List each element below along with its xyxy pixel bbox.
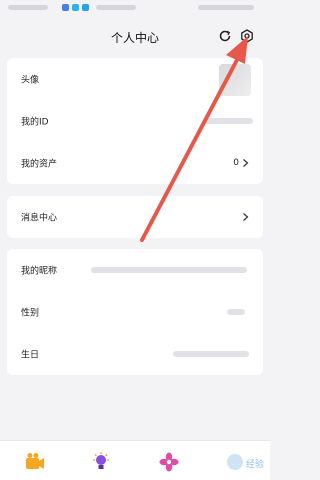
avatar-label: 头像 [21, 75, 40, 86]
gender-row[interactable]: 性别 [7, 291, 263, 333]
message-center-label: 消息中心 [21, 213, 58, 224]
gender-value-blurred [227, 309, 245, 315]
message-center-row[interactable]: 消息中心 [7, 196, 263, 238]
nickname-row[interactable]: 我的昵称 [7, 249, 263, 291]
status-blur [198, 5, 254, 10]
gender-label: 性别 [21, 308, 40, 319]
status-blur [96, 5, 136, 10]
assets-value: 0 [233, 158, 239, 168]
nickname-value-blurred [91, 267, 247, 273]
my-id-row[interactable]: 我的ID [7, 100, 263, 142]
message-card: 消息中心 [7, 196, 263, 238]
status-bar [0, 0, 270, 16]
birthday-label: 生日 [21, 350, 40, 361]
birthday-value-blurred [173, 351, 249, 357]
chevron-right-icon [243, 159, 249, 167]
status-blur [8, 5, 48, 10]
tab-idea-icon[interactable] [90, 451, 112, 473]
tab-video-icon[interactable] [24, 451, 46, 473]
my-assets-label: 我的资产 [21, 159, 58, 170]
refresh-icon[interactable] [218, 29, 232, 43]
app-notification-icon [72, 4, 79, 11]
app-notification-icon [62, 4, 69, 11]
personal-info-card: 我的昵称 性别 生日 [7, 249, 263, 375]
my-assets-row[interactable]: 我的资产 0 [7, 142, 263, 184]
app-notification-icon [82, 4, 89, 11]
birthday-row[interactable]: 生日 [7, 333, 263, 375]
tab-flower-icon[interactable] [158, 451, 180, 473]
avatar-row[interactable]: 头像 [7, 58, 263, 100]
my-id-label: 我的ID [21, 117, 49, 128]
chevron-right-icon [243, 213, 249, 221]
settings-icon[interactable] [240, 29, 254, 43]
nickname-label: 我的昵称 [21, 266, 58, 277]
avatar[interactable] [219, 64, 251, 96]
id-value-blurred [203, 118, 253, 124]
bottom-tab-bar: 经验 [0, 440, 270, 480]
tab-profile-icon[interactable] [224, 451, 246, 473]
profile-card: 头像 我的ID 我的资产 0 [7, 58, 263, 184]
page-header: 个人中心 [0, 16, 270, 56]
watermark: 经验 [245, 460, 264, 470]
